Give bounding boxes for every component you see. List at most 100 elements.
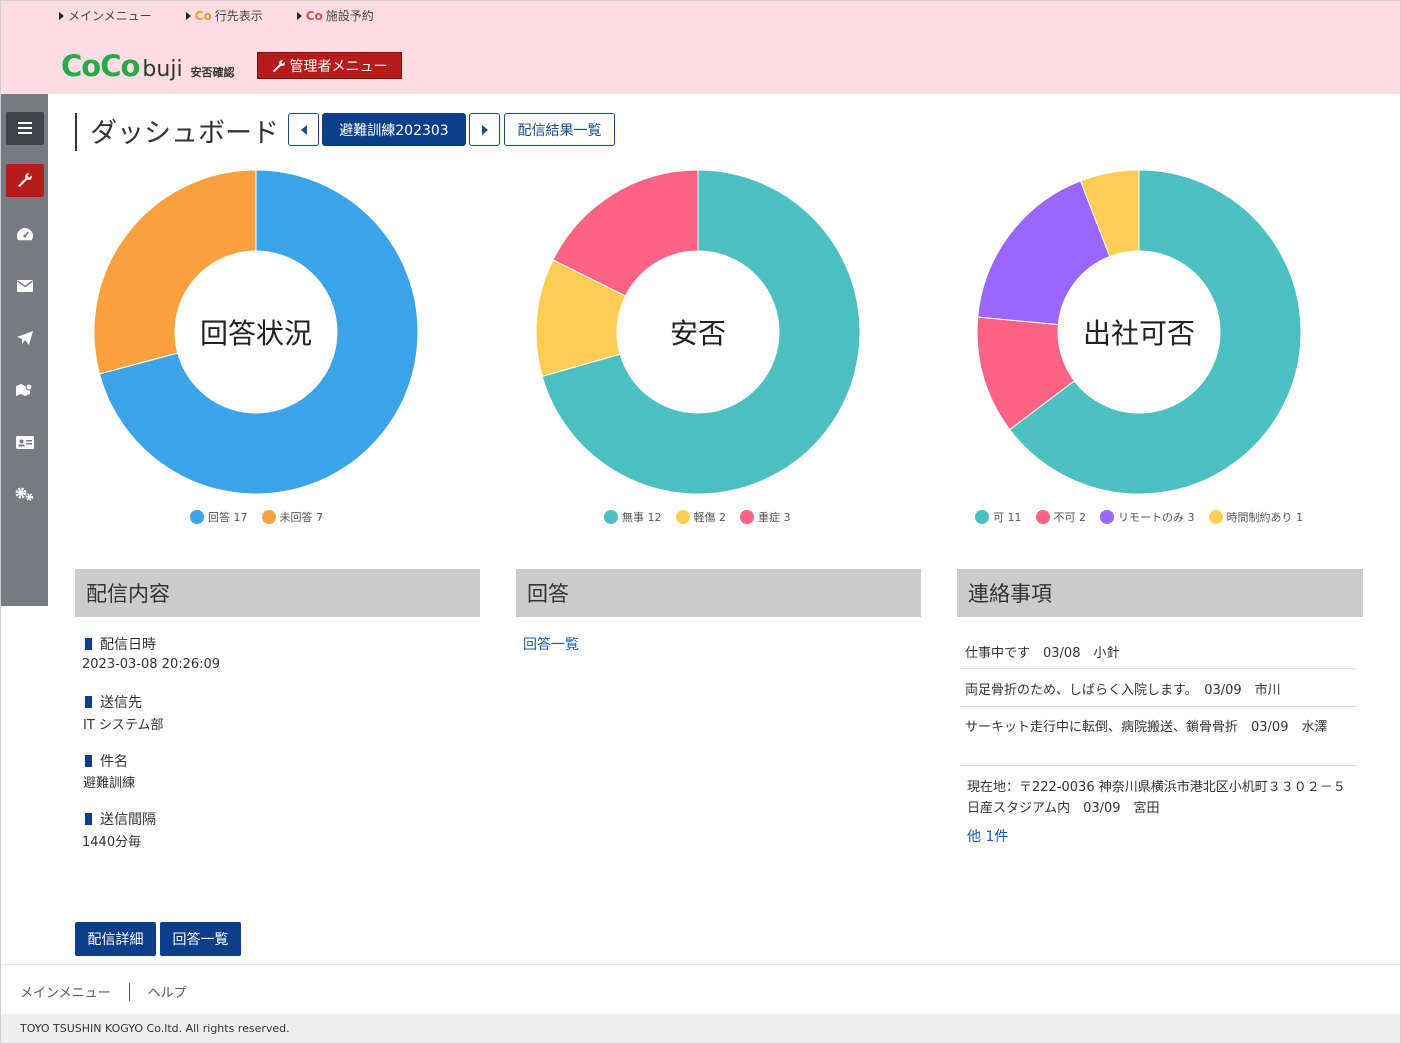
- notice-item: サーキット走行中に転倒、病院搬送、鎖骨骨折 03/09 水澤: [965, 720, 1328, 735]
- notice-item: 現在地：〒222-0036 神奈川県横浜市港北区小机町３３０２－５ 日産スタジア…: [967, 780, 1346, 816]
- admin-menu-button[interactable]: 管理者メニュー: [257, 52, 402, 79]
- delivery-date-value: 2023-03-08 20:26:09: [82, 657, 221, 672]
- legend-item[interactable]: 可 11: [975, 509, 1022, 525]
- top-nav: メインメニュー Co 行先表示 Co 施設予約: [59, 7, 408, 24]
- legend-item[interactable]: 不可 2: [1035, 509, 1087, 525]
- map-icon: [15, 383, 32, 396]
- safety-title: 安否: [669, 317, 726, 350]
- legend-label: リモートのみ 3: [1118, 511, 1195, 524]
- legend-label: 不可 2: [1053, 511, 1087, 524]
- envelope-icon: [16, 280, 33, 292]
- footer-nav: メインメニュー ヘルプ: [20, 982, 187, 1001]
- triangle-right-icon: [59, 11, 64, 20]
- topnav-destination[interactable]: Co 行先表示: [185, 7, 263, 24]
- caret-right-icon: [481, 124, 488, 135]
- sidebar-item-admin[interactable]: [1, 162, 48, 198]
- delivery-date-label: 配信日時: [85, 634, 156, 654]
- copyright-text: TOYO TSUSHIN KOGYO Co.ltd. All rights re…: [20, 1022, 290, 1035]
- footer-main-menu-link[interactable]: メインメニュー: [20, 982, 111, 1001]
- legend-item[interactable]: 重症 3: [740, 509, 791, 525]
- legend-swatch: [975, 510, 989, 524]
- delivery-results-button[interactable]: 配信結果一覧: [504, 113, 615, 146]
- more-notices-link[interactable]: 他 1件: [967, 826, 1008, 846]
- response-status-legend: 回答 17 未回答 7: [190, 509, 337, 525]
- legend-item[interactable]: リモートのみ 3: [1100, 509, 1195, 525]
- title-accent-bar: [75, 113, 77, 151]
- footer-separator: [128, 982, 130, 1001]
- sidebar-item-mail[interactable]: [1, 268, 48, 304]
- wrench-icon: [17, 173, 32, 187]
- notice-divider: [960, 706, 1356, 707]
- topnav-facility[interactable]: Co 施設予約: [296, 7, 374, 24]
- wrench-icon: [272, 59, 285, 72]
- paper-plane-icon: [16, 331, 33, 345]
- next-event-button[interactable]: [469, 113, 500, 146]
- subject-label: 件名: [85, 751, 128, 771]
- topnav-main-menu-label: メインメニュー: [68, 9, 152, 23]
- legend-swatch: [261, 510, 276, 524]
- hamburger-icon: [17, 122, 32, 134]
- interval-value: 1440分毎: [82, 835, 142, 850]
- admin-menu-label: 管理者メニュー: [289, 58, 388, 75]
- answers-list-link[interactable]: 回答一覧: [523, 634, 579, 654]
- legend-swatch: [1208, 510, 1223, 524]
- answers-panel-title: 回答: [516, 569, 921, 617]
- legend-item[interactable]: 時間制約あり 1: [1208, 509, 1303, 525]
- topnav-main-menu[interactable]: メインメニュー: [59, 7, 152, 24]
- sidebar-item-map[interactable]: [1, 372, 48, 408]
- gauge-icon: [16, 228, 33, 241]
- subject-value: 避難訓練: [83, 776, 136, 791]
- caret-left-icon: [300, 124, 307, 135]
- sidebar-item-dashboard[interactable]: [1, 216, 48, 252]
- legend-label: 未回答 7: [279, 511, 324, 524]
- legend-swatch: [604, 510, 618, 524]
- sidebar-admin-box: [5, 163, 44, 197]
- sidebar: [1, 94, 48, 606]
- sidebar-item-id-card[interactable]: [1, 424, 48, 460]
- gears-icon: [15, 487, 33, 501]
- interval-label-text: 送信間隔: [100, 812, 156, 828]
- event-selector-button[interactable]: 避難訓練202303: [322, 113, 466, 146]
- prev-event-button[interactable]: [288, 113, 319, 146]
- sidebar-menu-toggle[interactable]: [1, 110, 48, 146]
- legend-swatch: [1035, 510, 1050, 524]
- legend-swatch: [1100, 510, 1114, 524]
- logo[interactable]: CoCo buji 安否確認: [61, 49, 235, 83]
- topnav-destination-label: 行先表示: [214, 9, 263, 23]
- footer-help-link[interactable]: ヘルプ: [148, 982, 187, 1001]
- logo-buji: buji: [142, 57, 183, 82]
- sidebar-item-settings[interactable]: [1, 476, 48, 512]
- delivery-panel-title: 配信内容: [75, 569, 480, 617]
- recipient-label-text: 送信先: [100, 695, 142, 711]
- legend-swatch: [675, 510, 690, 524]
- triangle-right-icon: [296, 11, 302, 20]
- delivery-date-label-text: 配信日時: [100, 637, 156, 653]
- attendance-legend: 可 11 不可 2 リモートのみ 3 時間制約あり 1: [975, 509, 1317, 525]
- bullet-square-icon: [85, 755, 92, 767]
- notice-divider: [960, 668, 1356, 669]
- co-badge: Co: [194, 8, 212, 23]
- legend-label: 可 11: [993, 511, 1022, 524]
- interval-label: 送信間隔: [85, 809, 156, 829]
- legend-item[interactable]: 軽傷 2: [675, 509, 726, 525]
- legend-label: 回答 17: [208, 511, 248, 524]
- legend-swatch: [740, 510, 754, 524]
- recipient-label: 送信先: [85, 692, 142, 712]
- bullet-square-icon: [85, 638, 92, 650]
- attendance-title: 出社可否: [1082, 317, 1195, 350]
- id-card-icon: [15, 435, 34, 449]
- safety-legend: 無事 12 軽傷 2 重症 3: [604, 509, 805, 525]
- notice-item: 仕事中です 03/08 小針: [965, 646, 1120, 661]
- header: メインメニュー Co 行先表示 Co 施設予約 CoCo buji 安否確認 管…: [1, 1, 1400, 94]
- notice-divider: [960, 765, 1356, 766]
- logo-subtitle: 安否確認: [190, 66, 235, 79]
- legend-item[interactable]: 無事 12: [604, 509, 662, 525]
- answer-list-button[interactable]: 回答一覧: [160, 922, 241, 956]
- delivery-detail-button[interactable]: 配信詳細: [75, 922, 156, 956]
- sidebar-item-send[interactable]: [1, 320, 48, 356]
- topnav-facility-label: 施設予約: [325, 9, 374, 23]
- response-status-title: 回答状況: [199, 317, 312, 350]
- notice-item: 両足骨折のため、しばらく入院します。 03/09 市川: [965, 683, 1281, 698]
- legend-item[interactable]: 回答 17: [190, 509, 248, 525]
- legend-item[interactable]: 未回答 7: [261, 509, 324, 525]
